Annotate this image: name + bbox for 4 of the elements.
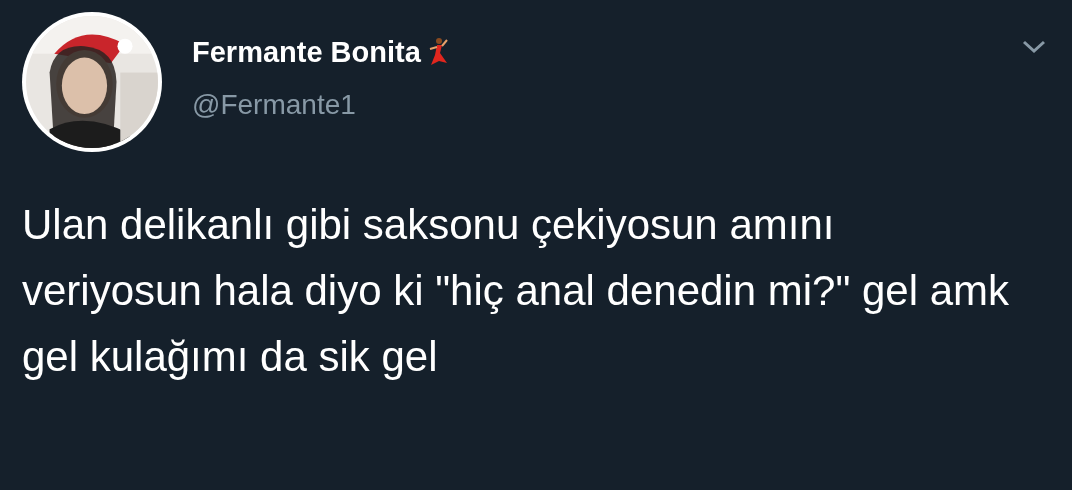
author-handle[interactable]: @Fermante1 [192, 88, 1022, 122]
tweet-text: Ulan delikanlı gibi saksonu çekiyosun amını veriyosun hala diyo ki "hiç anal denedin mi?" gel amk gel kulağımı da sik gel [22, 200, 1011, 382]
author-name[interactable]: Fermante Bonita [192, 34, 421, 70]
chevron-down-icon[interactable] [1022, 40, 1046, 54]
